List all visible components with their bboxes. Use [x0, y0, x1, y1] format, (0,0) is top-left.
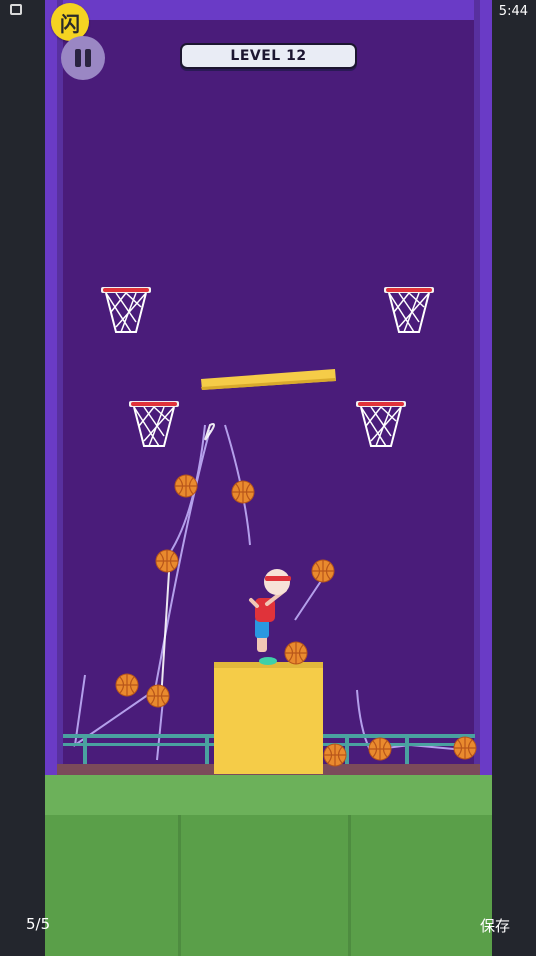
basketball-icon — [284, 641, 308, 665]
basketball-icon — [155, 549, 179, 573]
grass-field — [45, 815, 492, 956]
status-time: 5:44 — [498, 4, 528, 19]
basketball-icon — [311, 559, 335, 583]
image-icon — [10, 4, 22, 15]
basketball-icon — [146, 684, 170, 708]
basketball-icon — [115, 673, 139, 697]
save-button[interactable]: 保存 — [480, 915, 510, 936]
pause-button[interactable] — [61, 36, 105, 80]
pause-icon — [85, 49, 91, 67]
basketball-icon — [368, 737, 392, 761]
pause-icon — [75, 49, 81, 67]
basketball-icon — [323, 743, 347, 767]
objects-layer — [115, 474, 477, 767]
page-counter: 5/5 — [26, 915, 51, 933]
basketball-icon — [453, 736, 477, 760]
basketball-icon — [231, 480, 255, 504]
grass-divider — [178, 815, 181, 956]
app-badge-glyph: 闪 — [60, 12, 80, 36]
game-viewport[interactable] — [45, 0, 492, 956]
grass-divider — [348, 815, 351, 956]
basketball-icon — [174, 474, 198, 498]
level-indicator: LEVEL 12 — [180, 43, 357, 69]
